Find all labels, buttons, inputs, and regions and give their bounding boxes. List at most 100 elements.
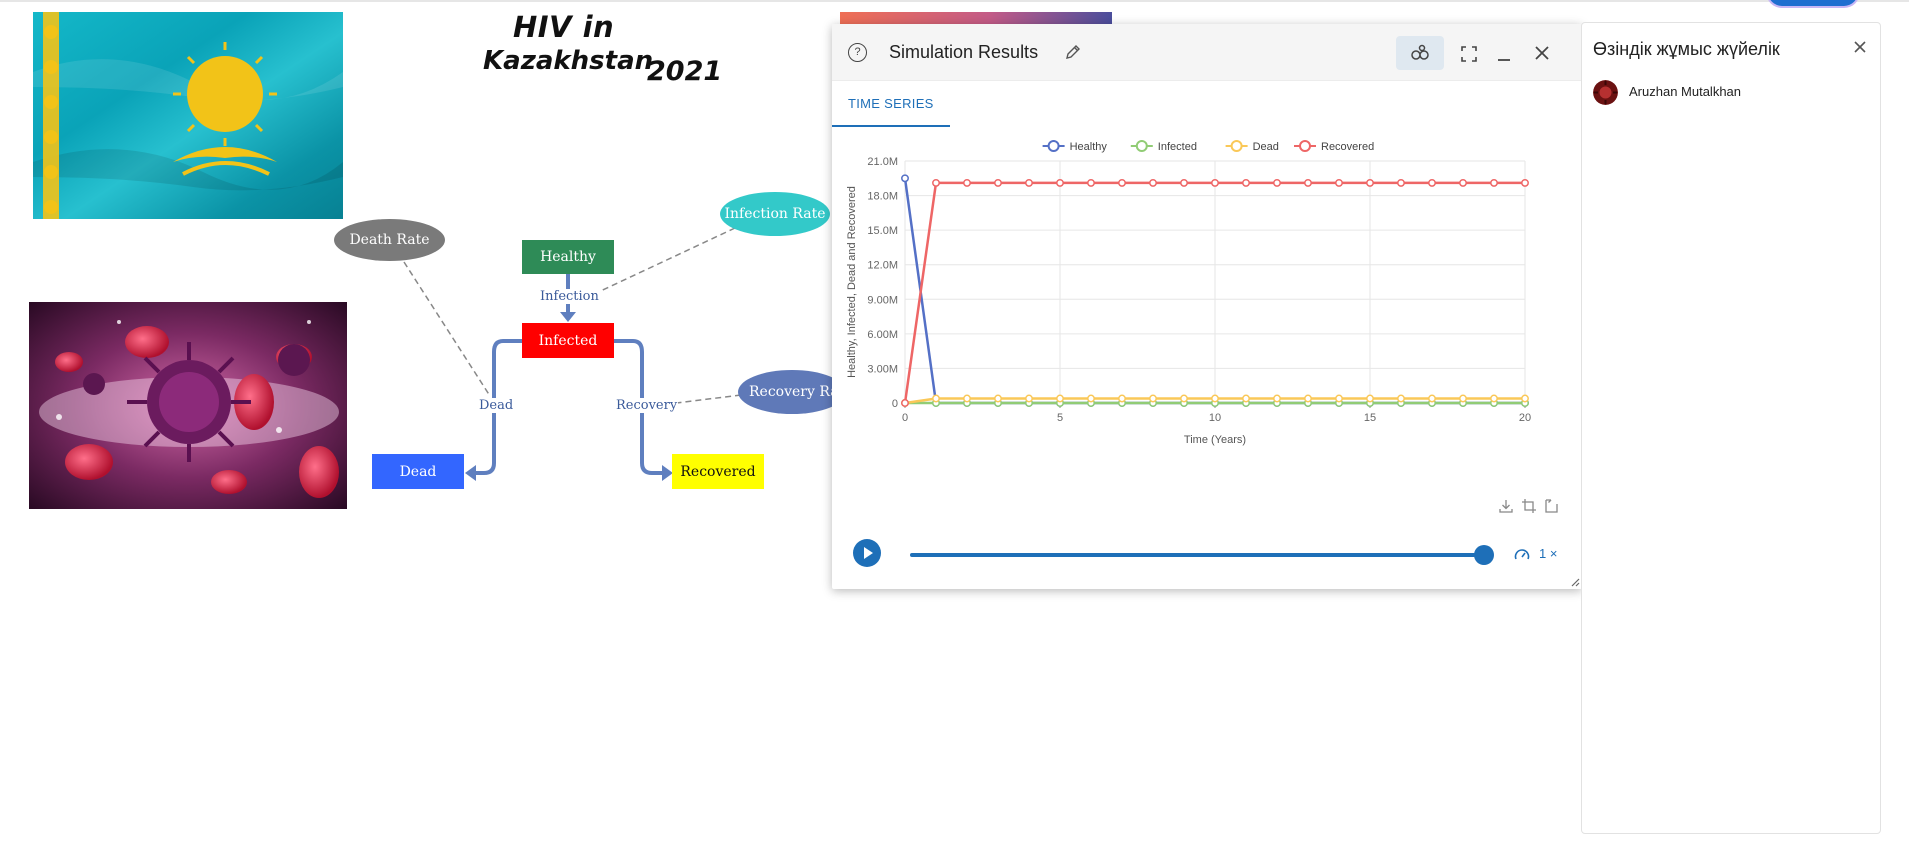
x-tick-label: 5 [1057, 412, 1063, 424]
data-point-dead [1211, 394, 1219, 403]
y-tick-label: 18.0M [867, 191, 898, 203]
share-icon [1411, 44, 1429, 60]
legend-label-infected: Infected [1158, 141, 1197, 153]
data-point-dead [963, 394, 971, 403]
data-point-recovered [1366, 178, 1374, 187]
y-tick-label: 15.0M [867, 225, 898, 237]
resize-handle-icon[interactable] [1570, 577, 1580, 587]
panel-title: Өзіндік жұмыс жүйелік [1593, 39, 1780, 59]
data-point-dead [1335, 394, 1343, 403]
y-tick-label: 12.0M [867, 260, 898, 272]
time-series-chart[interactable]: 0 3.00M 6.00M 9.00M 12.0M 15.0M 18.0M 21.0M 0 5 10… [832, 130, 1582, 500]
data-point-recovered [963, 178, 971, 187]
simulation-window-header[interactable]: ? Simulation Results [832, 24, 1582, 81]
recovered-stock[interactable]: Recovered [672, 454, 764, 489]
data-point-dead [1149, 394, 1157, 403]
data-point-dead [1490, 394, 1498, 403]
y-axis-title: Healthy, Infected, Dead and Recovered [846, 186, 858, 378]
data-point-recovered [1242, 178, 1250, 187]
edit-pencil-icon[interactable] [1064, 43, 1082, 61]
x-tick-label: 10 [1209, 412, 1221, 424]
close-icon [1535, 46, 1549, 60]
legend-marker-recovered [1299, 140, 1311, 152]
data-point-dead [1087, 394, 1095, 403]
data-point-dead [1459, 394, 1467, 403]
data-point-recovered [1025, 178, 1033, 187]
data-point-recovered [1335, 178, 1343, 187]
legend-label-healthy: Healthy [1070, 141, 1108, 153]
data-point-recovered [1428, 178, 1436, 187]
data-point-recovered [1087, 178, 1095, 187]
data-point-dead [1118, 394, 1126, 403]
speed-gauge-icon[interactable] [1513, 546, 1531, 564]
data-point-dead [1397, 394, 1405, 403]
data-point-dead [932, 394, 940, 403]
restore-icon[interactable] [1543, 498, 1559, 514]
share-button[interactable] [1396, 36, 1444, 70]
data-point-dead [1521, 394, 1529, 403]
playback-slider-track[interactable] [910, 553, 1483, 557]
tab-time-series[interactable]: TIME SERIES [832, 81, 950, 127]
data-point-recovered [1211, 178, 1219, 187]
legend-label-recovered: Recovered [1321, 141, 1374, 153]
data-point-recovered [1490, 178, 1498, 187]
infection-rate-variable[interactable]: Infection Rate [720, 192, 830, 236]
simulation-title: Simulation Results [889, 42, 1039, 62]
x-tick-label: 0 [902, 412, 908, 424]
y-tick-label: 9.00M [867, 294, 898, 306]
data-point-recovered [932, 178, 940, 187]
data-point-healthy [901, 174, 909, 183]
y-tick-label: 21.0M [867, 156, 898, 168]
infection-flow-label[interactable]: Infection [539, 289, 600, 304]
death-rate-variable[interactable]: Death Rate [334, 219, 445, 261]
dead-flow-label[interactable]: Dead [478, 398, 515, 413]
x-tick-label: 15 [1364, 412, 1376, 424]
crop-icon[interactable] [1521, 498, 1537, 514]
legend-label-dead: Dead [1253, 141, 1279, 153]
download-icon[interactable] [1498, 498, 1514, 514]
playback-speed-label[interactable]: 1 × [1539, 546, 1557, 561]
data-point-recovered [901, 399, 909, 407]
x-tick-label: 20 [1519, 412, 1531, 424]
data-point-recovered [994, 178, 1002, 187]
data-point-recovered [1056, 178, 1064, 187]
data-point-dead [1273, 394, 1281, 403]
close-window-button[interactable] [1518, 36, 1566, 70]
simulation-results-window: ? Simulation Results TIME SERIES 0 3.00M… [832, 24, 1582, 589]
legend-marker-dead [1230, 140, 1243, 152]
data-point-dead [1428, 394, 1436, 403]
playback-slider-thumb[interactable] [1474, 545, 1494, 565]
data-point-recovered [1118, 178, 1126, 187]
healthy-stock[interactable]: Healthy [522, 240, 614, 274]
workspace-side-panel: Өзіндік жұмыс жүйелік Aruzhan Mutalkhan [1581, 22, 1881, 834]
y-tick-label: 0 [892, 398, 898, 410]
data-point-recovered [1459, 178, 1467, 187]
result-tabs: TIME SERIES [832, 81, 1582, 127]
data-point-dead [1304, 394, 1312, 403]
y-tick-label: 3.00M [867, 363, 898, 375]
data-point-recovered [1521, 178, 1529, 187]
data-point-dead [1025, 394, 1033, 403]
x-axis-title: Time (Years) [1184, 434, 1246, 446]
recovery-flow-label[interactable]: Recovery [615, 398, 679, 413]
close-icon[interactable] [1852, 39, 1868, 55]
avatar[interactable] [1593, 80, 1618, 105]
data-point-dead [1180, 394, 1188, 403]
play-icon [864, 547, 873, 559]
data-point-dead [1366, 394, 1374, 403]
legend-marker-infected [1135, 140, 1148, 152]
y-tick-label: 6.00M [867, 329, 898, 341]
data-point-recovered [1397, 178, 1405, 187]
legend-marker-healthy [1047, 140, 1060, 152]
help-icon[interactable]: ? [848, 43, 867, 62]
play-button[interactable] [853, 539, 881, 567]
data-point-dead [1242, 394, 1250, 403]
dead-stock[interactable]: Dead [372, 454, 464, 489]
data-point-recovered [1273, 178, 1281, 187]
data-point-dead [1056, 394, 1064, 403]
infected-stock[interactable]: Infected [522, 323, 614, 358]
data-point-recovered [1180, 178, 1188, 187]
user-name[interactable]: Aruzhan Mutalkhan [1629, 84, 1741, 99]
recovery-rate-variable[interactable]: Recovery Rate [738, 370, 846, 414]
data-point-recovered [1304, 178, 1312, 187]
